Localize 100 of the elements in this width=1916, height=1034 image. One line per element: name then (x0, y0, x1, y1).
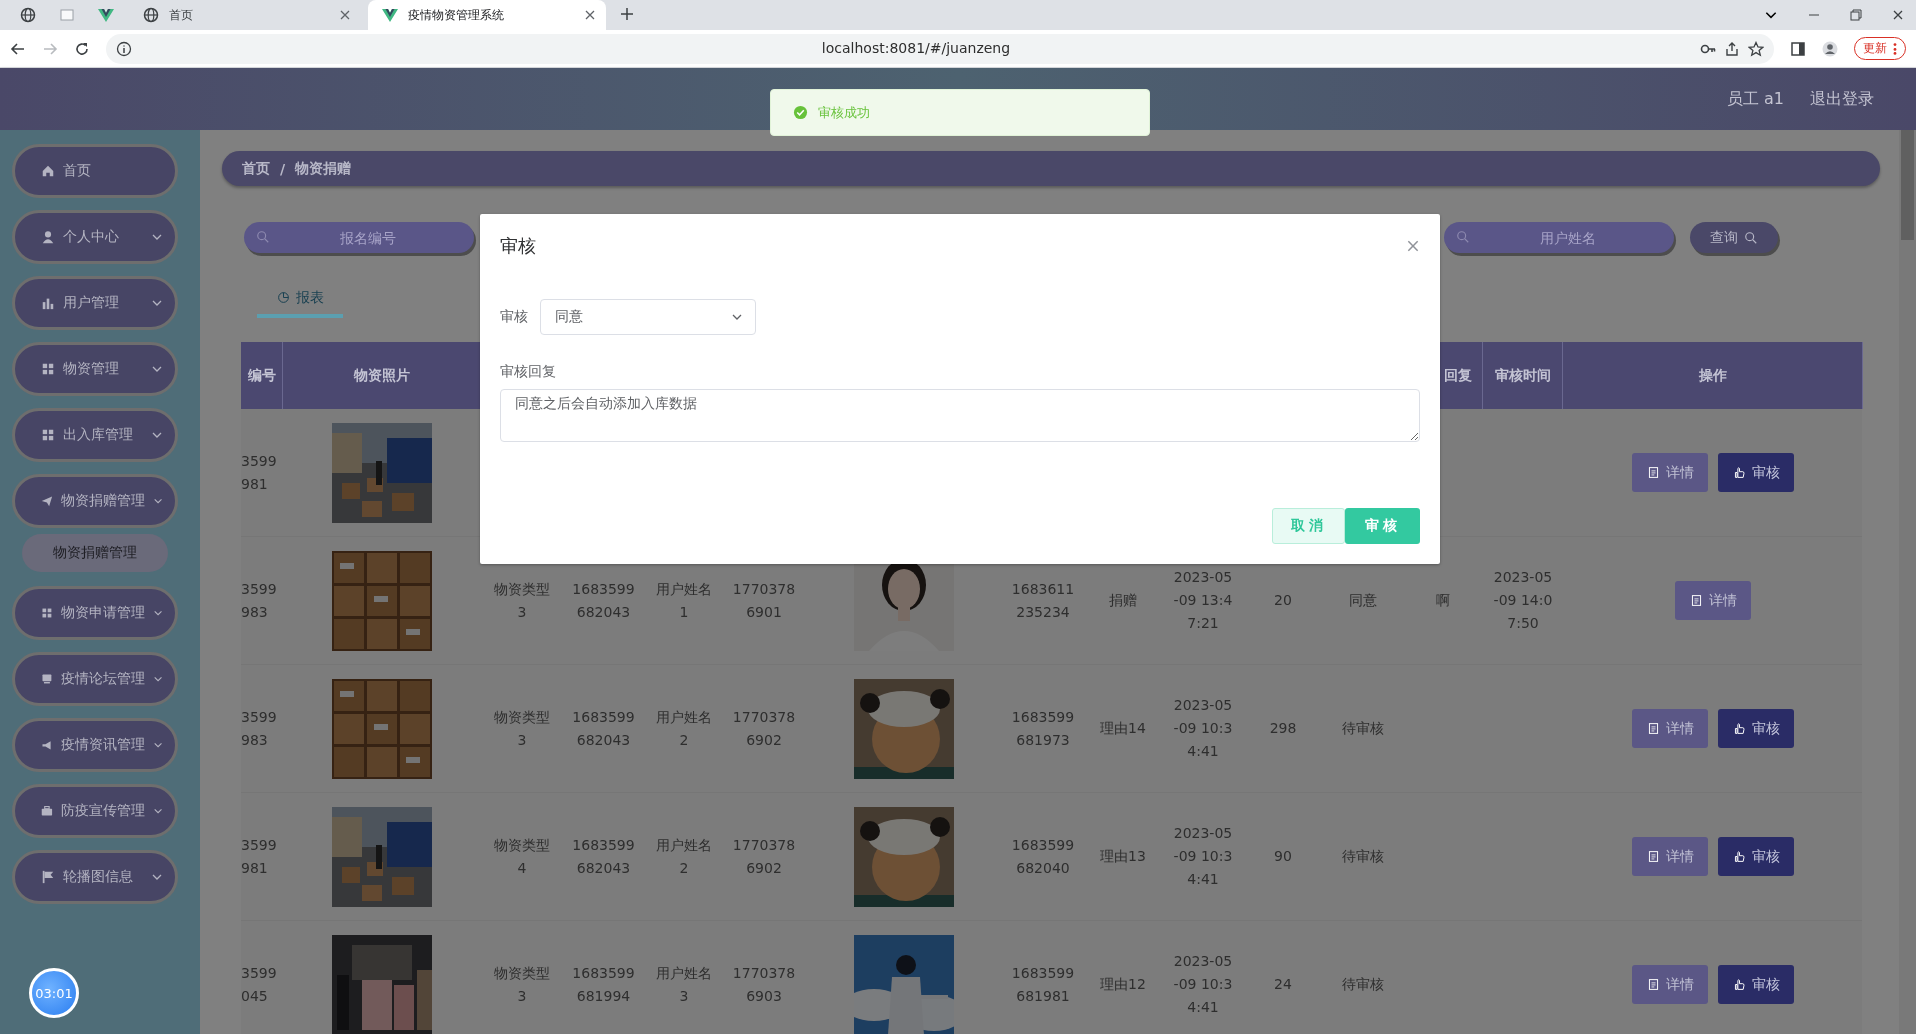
user-name: 员工 a1 (1726, 88, 1784, 110)
document-icon (1646, 978, 1660, 991)
menu-item[interactable]: 物资管理 (12, 342, 178, 396)
audit-button[interactable]: 审核 (1718, 709, 1794, 748)
table-cell-text: 理由14 (1100, 719, 1146, 738)
breadcrumb-link[interactable]: 物资捐赠 (295, 159, 352, 178)
column-header: 编号 (247, 366, 276, 385)
monitor-icon (41, 672, 53, 686)
detail-button[interactable]: 详情 (1632, 709, 1708, 748)
table-cell-text: 同意 (1349, 591, 1377, 610)
table-cell-text: 待审核 (1342, 975, 1384, 994)
check-circle-icon (793, 105, 808, 120)
bar-chart-icon (41, 296, 55, 310)
table-cell-text: 1770378 6903 (732, 963, 796, 1006)
detail-button[interactable]: 详情 (1632, 965, 1708, 1004)
table-cell-text: 3599 045 (241, 963, 277, 1006)
query-button[interactable]: 查询 (1690, 222, 1778, 253)
table-cell-text: 2023-05 -09 14:0 7:50 (1493, 568, 1553, 633)
audit-button[interactable]: 审核 (1718, 453, 1794, 492)
share-icon (1724, 40, 1740, 57)
plus-icon (620, 6, 634, 21)
pointing-hand-icon (1732, 978, 1746, 991)
close-icon (584, 9, 596, 21)
logout-link[interactable]: 退出登录 (1810, 88, 1874, 110)
table-cell-text: 1683599 682043 (572, 835, 635, 878)
grid-icon (41, 362, 55, 376)
menu-item[interactable]: 物资申请管理 (12, 586, 178, 640)
table-cell-text: 1683599 682043 (572, 707, 635, 750)
tab-title: 首页 (169, 6, 194, 24)
megaphone-icon (41, 738, 53, 752)
side-panel-icon (1790, 40, 1806, 57)
table-cell-text: 90 (1274, 847, 1292, 866)
tab[interactable]: 报表 (257, 281, 343, 318)
menu-item[interactable]: 疫情论坛管理 (12, 652, 178, 706)
search-field[interactable]: 用户姓名 (1444, 222, 1674, 253)
table-cell-text: 理由12 (1100, 975, 1146, 994)
audit-select[interactable]: 同意 (540, 299, 756, 335)
breadcrumb-separator: / (280, 160, 286, 177)
menu-item[interactable]: 出入库管理 (12, 408, 178, 462)
reply-field[interactable]: 同意之后会自动添加入库数据 (500, 389, 1420, 442)
restore-icon (1850, 9, 1862, 21)
table-cell-text: 用户姓名 1 (656, 579, 712, 622)
toast-text: 审核成功 (818, 103, 870, 122)
column-header: 操作 (1698, 366, 1727, 385)
detail-button[interactable]: 详情 (1632, 837, 1708, 876)
document-icon (1689, 594, 1703, 607)
scrollbar[interactable] (1899, 130, 1916, 1034)
update-button[interactable]: 更新 (1854, 37, 1906, 60)
address-bar[interactable]: localhost:8081/#/juanzeng (106, 33, 1774, 64)
browser-tab[interactable]: 首页 (129, 0, 361, 30)
column-header: 物资照片 (353, 366, 410, 385)
table-cell-text: 24 (1274, 975, 1292, 994)
pointing-hand-icon (1732, 722, 1746, 735)
table-cell-text: 待审核 (1342, 719, 1384, 738)
detail-button[interactable]: 详情 (1675, 581, 1751, 620)
menu-item[interactable]: 防疫宣传管理 (12, 784, 178, 838)
audit-button[interactable]: 审核 (1718, 837, 1794, 876)
table-cell-text: 理由13 (1100, 847, 1146, 866)
pointing-hand-icon (1732, 850, 1746, 863)
document-icon (1646, 466, 1660, 479)
breadcrumb-link[interactable]: 首页 (242, 159, 270, 178)
menu-item[interactable]: 物资捐赠管理 (12, 474, 178, 528)
field-label: 审核回复 (500, 363, 557, 381)
menu-item[interactable]: 疫情资讯管理 (12, 718, 178, 772)
menu-item[interactable]: 用户管理 (12, 276, 178, 330)
column-header: 回复 (1444, 366, 1472, 385)
star-icon (1748, 40, 1764, 57)
table-cell-text: 3599 983 (241, 707, 277, 750)
table-cell-text: 物资类型 3 (494, 963, 550, 1006)
search-icon (1456, 230, 1470, 244)
v-icon (382, 7, 398, 23)
menu-item[interactable]: 轮播图信息 (12, 850, 178, 904)
submenu-item[interactable]: 物资捐赠管理 (22, 534, 168, 572)
table-cell-text: 1683599 682040 (1011, 835, 1075, 878)
table-cell-text: 298 (1269, 719, 1297, 738)
table-cell-text: 捐赠 (1109, 591, 1137, 610)
menu-item[interactable]: 首页 (12, 144, 178, 198)
table-cell-text: 3599 981 (241, 835, 277, 878)
search-icon (1744, 230, 1758, 245)
table-cell-text: 用户姓名 2 (656, 707, 712, 750)
reload-icon (74, 40, 90, 57)
table-cell-text: 2023-05 -09 10:3 4:41 (1173, 696, 1233, 761)
globe-icon (19, 7, 36, 23)
menu-item[interactable]: 个人中心 (12, 210, 178, 264)
v-icon (97, 7, 114, 23)
table-cell-text: 2023-05 -09 13:4 7:21 (1173, 568, 1233, 633)
table-cell-text: 2023-05 -09 10:3 4:41 (1173, 824, 1233, 889)
pointing-hand-icon (1732, 466, 1746, 479)
dialog-title: 审核 (500, 234, 536, 258)
home-icon (41, 164, 55, 178)
audit-button[interactable]: 审核 (1718, 965, 1794, 1004)
search-field[interactable]: 报名编号 (244, 222, 474, 253)
close-button[interactable] (1406, 239, 1420, 253)
table-cell-text: 用户姓名 2 (656, 835, 712, 878)
tab-title: 疫情物资管理系统 (408, 6, 505, 24)
browser-tab[interactable]: 疫情物资管理系统 (368, 0, 606, 30)
user-icon (41, 230, 55, 244)
table-cell-text: 啊 (1436, 591, 1450, 610)
table-cell-text: 1683611 235234 (1011, 579, 1075, 622)
detail-button[interactable]: 详情 (1632, 453, 1708, 492)
